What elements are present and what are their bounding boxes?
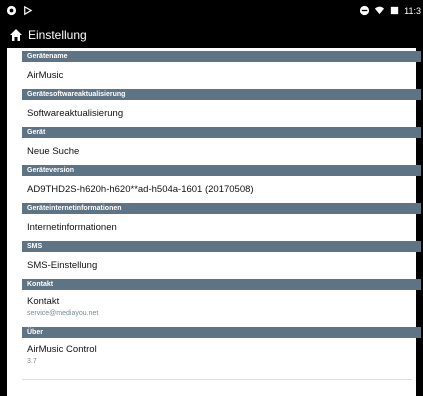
status-left <box>6 5 33 16</box>
setting-label: Internetinformationen <box>27 222 117 233</box>
app-bar: Einstellung <box>0 22 423 48</box>
section-header-sms: SMS <box>22 241 421 252</box>
settings-content: Gerätename AirMusic Gerätesoftwareaktual… <box>7 48 421 396</box>
do-not-disturb-icon <box>360 5 370 16</box>
setting-label: Neue Suche <box>27 146 80 157</box>
setting-label: AD9THD2S-h620h-h620**ad-h504a-1601 (2017… <box>27 184 254 195</box>
section-header-geraetename: Gerätename <box>22 51 421 62</box>
home-icon[interactable] <box>9 28 23 42</box>
setting-device-name[interactable]: AirMusic <box>22 62 421 89</box>
setting-contact[interactable]: Kontakt service@mediayou.net <box>22 290 421 327</box>
section-header-ueber: Über <box>22 327 421 338</box>
setting-device-version[interactable]: AD9THD2S-h620h-h620**ad-h504a-1601 (2017… <box>22 176 421 203</box>
settings-list: Gerätename AirMusic Gerätesoftwareaktual… <box>22 51 421 380</box>
setting-new-search[interactable]: Neue Suche <box>22 138 421 165</box>
battery-icon <box>390 6 399 15</box>
notification-app-icon <box>6 5 17 16</box>
section-header-version: Geräteversion <box>22 165 421 176</box>
setting-about[interactable]: AirMusic Control 3.7 <box>22 338 421 375</box>
section-header-softwareupdate: Gerätesoftwareaktualisierung <box>22 89 421 100</box>
setting-label: Softwareaktualisierung <box>27 108 124 119</box>
setting-label: AirMusic Control <box>27 344 97 355</box>
section-header-geraet: Gerät <box>22 127 421 138</box>
setting-subtitle: 3.7 <box>27 358 37 365</box>
setting-software-update[interactable]: Softwareaktualisierung <box>22 100 421 127</box>
section-header-kontakt: Kontakt <box>22 279 421 290</box>
setting-label: Kontakt <box>27 296 60 307</box>
media-play-icon <box>24 5 33 16</box>
status-right: 11:3 <box>359 5 421 16</box>
setting-subtitle: service@mediayou.net <box>27 310 99 317</box>
section-header-internet-info: Geräteinternetinformationen <box>22 203 421 214</box>
setting-label: AirMusic <box>27 70 64 81</box>
status-bar: 11:3 <box>0 0 423 22</box>
wifi-icon <box>375 6 385 15</box>
page-title: Einstellung <box>28 28 87 42</box>
setting-sms[interactable]: SMS-Einstellung <box>22 252 421 279</box>
setting-label: SMS-Einstellung <box>27 260 98 271</box>
list-divider <box>22 379 412 380</box>
setting-internet-info[interactable]: Internetinformationen <box>22 214 421 241</box>
status-time: 11:3 <box>404 5 421 16</box>
